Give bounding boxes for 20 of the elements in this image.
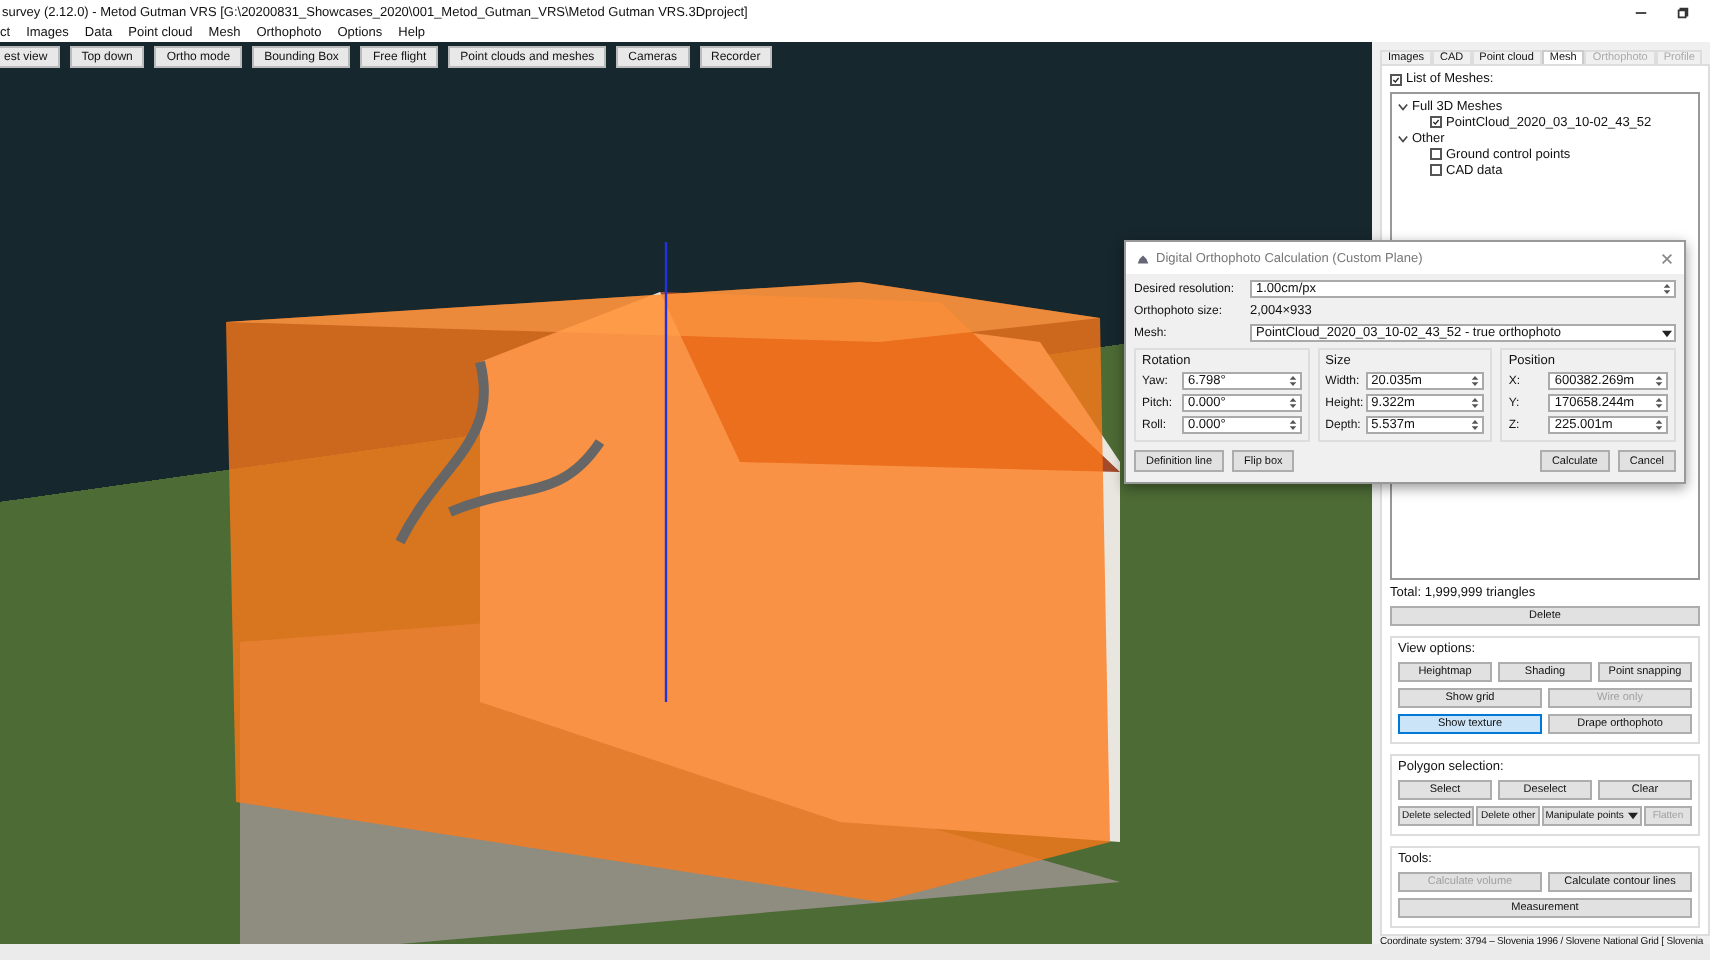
checkbox[interactable] bbox=[1430, 148, 1442, 160]
spin-icon[interactable] bbox=[1287, 418, 1298, 432]
checkbox[interactable] bbox=[1430, 164, 1442, 176]
chevron-down-icon[interactable] bbox=[1398, 133, 1408, 143]
chevron-down-icon[interactable] bbox=[1398, 101, 1408, 111]
spin-icon[interactable] bbox=[1287, 374, 1298, 388]
spin-icon[interactable] bbox=[1470, 374, 1481, 388]
spin-icon[interactable] bbox=[1470, 418, 1481, 432]
caret-icon bbox=[1627, 812, 1638, 820]
spin-icon[interactable] bbox=[1654, 396, 1665, 410]
close-icon[interactable] bbox=[1660, 251, 1674, 265]
spin-icon[interactable] bbox=[1662, 282, 1672, 296]
checkbox[interactable] bbox=[1430, 116, 1442, 128]
spin-icon[interactable] bbox=[1654, 374, 1665, 388]
spin-icon[interactable] bbox=[1287, 396, 1298, 410]
checkbox[interactable] bbox=[1390, 73, 1402, 85]
caret-icon bbox=[1662, 329, 1672, 337]
spin-icon[interactable] bbox=[1470, 396, 1481, 410]
spin-icon[interactable] bbox=[1654, 418, 1665, 432]
restore-icon[interactable] bbox=[1676, 5, 1690, 19]
